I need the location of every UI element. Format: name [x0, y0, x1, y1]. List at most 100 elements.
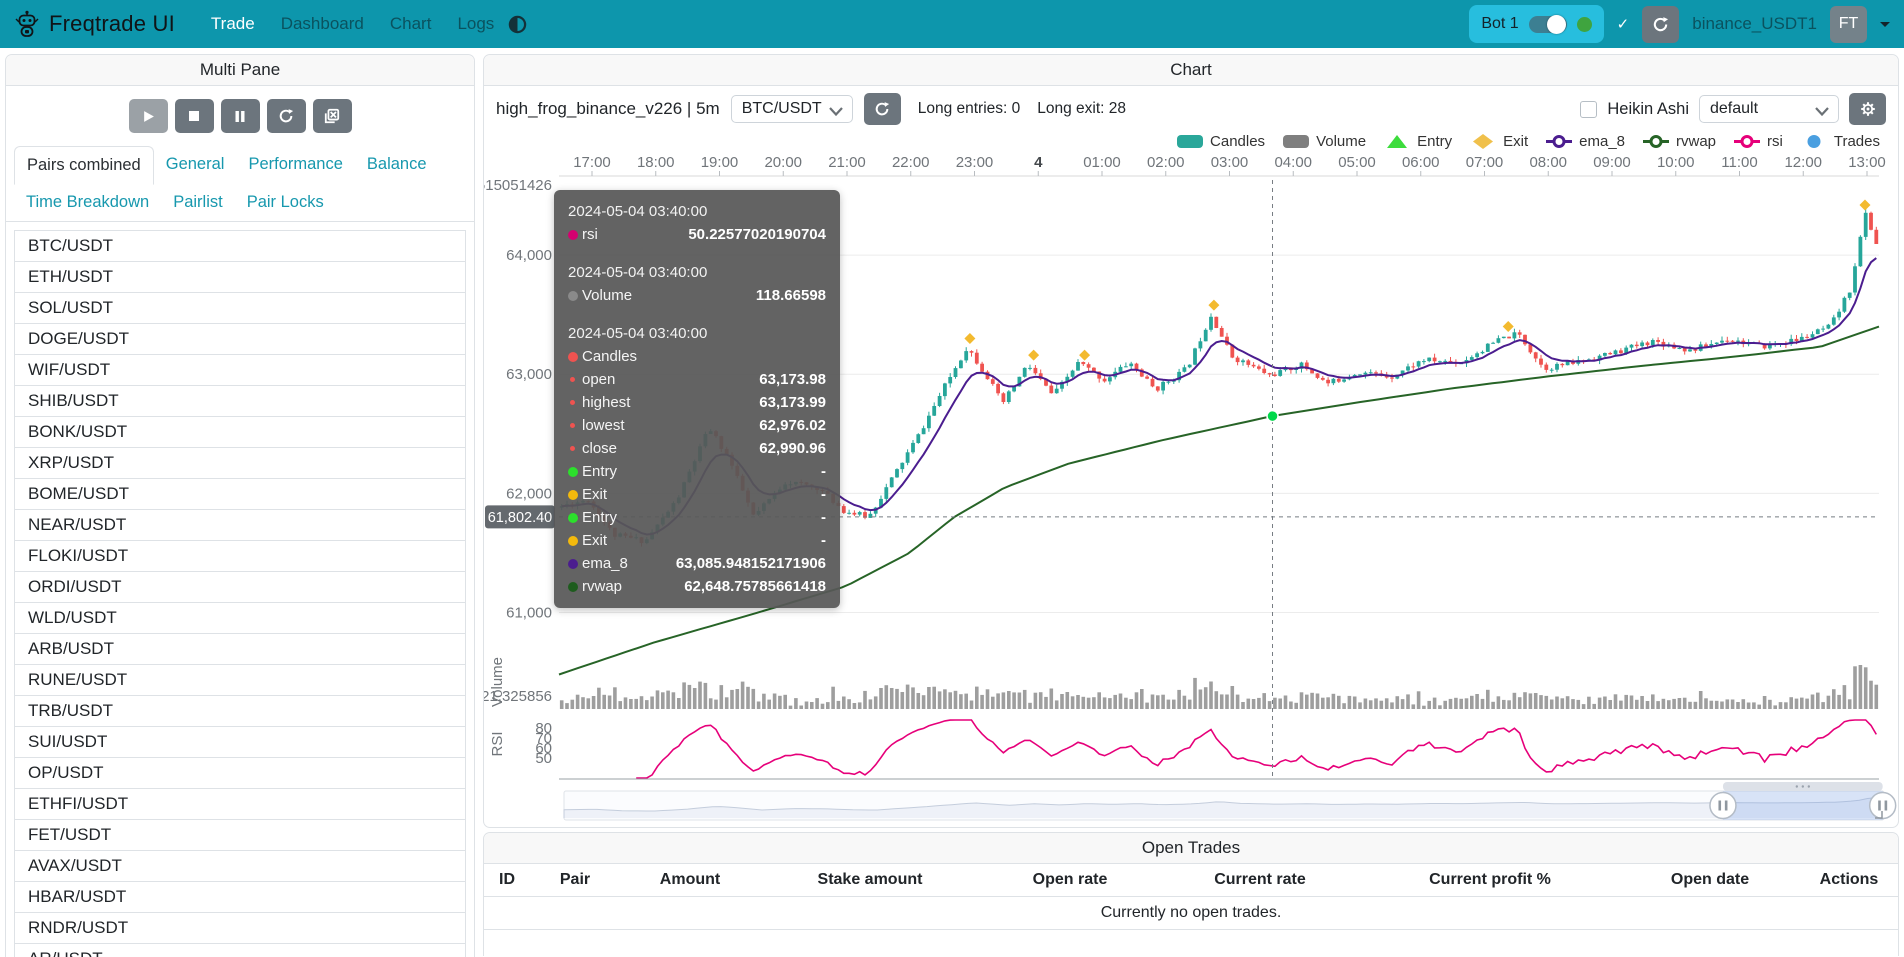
pair-row[interactable]: DOGE/USDT — [15, 324, 465, 355]
chart-area[interactable]: 64,00063,00062,00061,00017:0018:0019:002… — [484, 154, 1898, 822]
pair-row[interactable]: AR/USDT — [15, 944, 465, 957]
pair-row[interactable]: SHIB/USDT — [15, 386, 465, 417]
exchange-label: binance_USDT1 — [1692, 14, 1817, 34]
column-header-current-rate[interactable]: Current rate — [1160, 864, 1360, 896]
pair-row[interactable]: ETHFI/USDT — [15, 789, 465, 820]
bot-selector[interactable]: Bot 1 — [1469, 5, 1603, 43]
column-header-open-rate[interactable]: Open rate — [980, 864, 1160, 896]
tooltip-row: Volume118.66598 — [568, 284, 826, 307]
chart-panel: Chart high_frog_binance_v226 | 5m BTC/US… — [483, 54, 1899, 828]
chevron-down-icon — [1815, 107, 1829, 116]
pair-row[interactable]: ARB/USDT — [15, 634, 465, 665]
legend-entry[interactable]: Entry — [1383, 133, 1452, 150]
legend-rvwap[interactable]: rvwap — [1642, 133, 1716, 150]
pair-row[interactable]: SOL/USDT — [15, 293, 465, 324]
pair-row[interactable]: NEAR/USDT — [15, 510, 465, 541]
svg-text:04:00: 04:00 — [1274, 154, 1312, 171]
column-header-actions[interactable]: Actions — [1800, 864, 1898, 896]
nav-chart[interactable]: Chart — [380, 8, 442, 40]
brand-title: Freqtrade UI — [49, 11, 175, 37]
legend-ema_8[interactable]: ema_8 — [1545, 133, 1625, 150]
legend-volume[interactable]: Volume — [1282, 133, 1366, 150]
legend-trades[interactable]: Trades — [1800, 133, 1880, 150]
tooltip-time: 2024-05-04 03:40:00 — [568, 322, 826, 345]
pair-row[interactable]: XRP/USDT — [15, 448, 465, 479]
caret-down-icon[interactable] — [1880, 22, 1890, 27]
tab-pairlist[interactable]: Pairlist — [161, 184, 235, 221]
legend-exit[interactable]: Exit — [1469, 133, 1528, 150]
tab-pairs-combined[interactable]: Pairs combined — [14, 146, 154, 185]
user-avatar[interactable]: FT — [1830, 6, 1867, 43]
pair-row[interactable]: ORDI/USDT — [15, 572, 465, 603]
volume-bars — [560, 665, 1878, 709]
nav-logs[interactable]: Logs — [447, 8, 504, 40]
svg-text:61,000: 61,000 — [506, 605, 552, 622]
pair-select[interactable]: BTC/USDT — [731, 95, 853, 123]
column-header-id[interactable]: ID — [484, 864, 530, 896]
stop-bot-button[interactable] — [175, 99, 214, 133]
plot-config-select[interactable]: default — [1699, 95, 1839, 123]
bot-name: Bot 1 — [1481, 15, 1518, 33]
open-trades-header-row: IDPairAmountStake amountOpen rateCurrent… — [484, 864, 1898, 896]
heikin-ashi-label: Heikin Ashi — [1607, 100, 1689, 119]
pair-row[interactable]: BONK/USDT — [15, 417, 465, 448]
tab-pair-locks[interactable]: Pair Locks — [235, 184, 336, 221]
pair-row[interactable]: TRB/USDT — [15, 696, 465, 727]
column-header-pair[interactable]: Pair — [530, 864, 620, 896]
column-header-stake-amount[interactable]: Stake amount — [760, 864, 980, 896]
nav-trade[interactable]: Trade — [201, 8, 265, 40]
forget-bot-button[interactable] — [313, 99, 352, 133]
pair-row[interactable]: HBAR/USDT — [15, 882, 465, 913]
legend-candles[interactable]: Candles — [1176, 133, 1265, 150]
brand[interactable]: Freqtrade UI — [14, 10, 175, 38]
pair-row[interactable]: FET/USDT — [15, 820, 465, 851]
play-bot-button[interactable] — [129, 99, 168, 133]
reload-bot-button[interactable] — [1642, 6, 1679, 43]
tooltip-row: open63,173.98 — [568, 368, 826, 391]
tooltip-row: Candles — [568, 345, 826, 368]
svg-text:22:00: 22:00 — [892, 154, 930, 171]
bot-toggle-switch[interactable] — [1529, 16, 1567, 33]
datazoom-window[interactable] — [1723, 791, 1883, 820]
plot-settings-button[interactable] — [1849, 93, 1886, 125]
legend-swatch — [1282, 133, 1310, 150]
pair-row[interactable]: SUI/USDT — [15, 727, 465, 758]
svg-text:61,802.40: 61,802.40 — [488, 510, 553, 526]
heikin-ashi-checkbox[interactable] — [1580, 101, 1597, 118]
column-header-amount[interactable]: Amount — [620, 864, 760, 896]
pair-row[interactable]: WLD/USDT — [15, 603, 465, 634]
svg-text:19:00: 19:00 — [701, 154, 739, 171]
tab-time-breakdown[interactable]: Time Breakdown — [14, 184, 161, 221]
tooltip-time: 2024-05-04 03:40:00 — [568, 261, 826, 284]
pair-row[interactable]: OP/USDT — [15, 758, 465, 789]
legend-label: ema_8 — [1579, 133, 1625, 150]
pair-row[interactable]: WIF/USDT — [15, 355, 465, 386]
tab-performance[interactable]: Performance — [236, 146, 354, 184]
svg-text:62,000: 62,000 — [506, 485, 552, 502]
pair-row[interactable]: AVAX/USDT — [15, 851, 465, 882]
svg-text:4: 4 — [1034, 154, 1043, 171]
datazoom-handle-left[interactable] — [1710, 793, 1736, 819]
pair-row[interactable]: FLOKI/USDT — [15, 541, 465, 572]
tab-general[interactable]: General — [154, 146, 237, 184]
pair-row[interactable]: BOME/USDT — [15, 479, 465, 510]
theme-toggle-icon[interactable] — [508, 15, 527, 34]
legend-label: Entry — [1417, 133, 1452, 150]
tab-balance[interactable]: Balance — [355, 146, 439, 184]
refresh-chart-button[interactable] — [864, 93, 901, 125]
svg-text:RSI: RSI — [489, 731, 506, 756]
legend-label: Volume — [1316, 133, 1366, 150]
pair-row[interactable]: BTC/USDT — [15, 231, 465, 262]
pair-row[interactable]: RUNE/USDT — [15, 665, 465, 696]
column-header-open-date[interactable]: Open date — [1620, 864, 1800, 896]
pair-row[interactable]: RNDR/USDT — [15, 913, 465, 944]
legend-rsi[interactable]: rsi — [1733, 133, 1783, 150]
svg-text:13:00: 13:00 — [1848, 154, 1886, 171]
column-header-current-profit-[interactable]: Current profit % — [1360, 864, 1620, 896]
nav-dashboard[interactable]: Dashboard — [271, 8, 374, 40]
pause-bot-button[interactable] — [221, 99, 260, 133]
pair-row[interactable]: ETH/USDT — [15, 262, 465, 293]
legend-label: Exit — [1503, 133, 1528, 150]
reload-bot-button[interactable] — [267, 99, 306, 133]
pair-select-value: BTC/USDT — [742, 100, 822, 117]
